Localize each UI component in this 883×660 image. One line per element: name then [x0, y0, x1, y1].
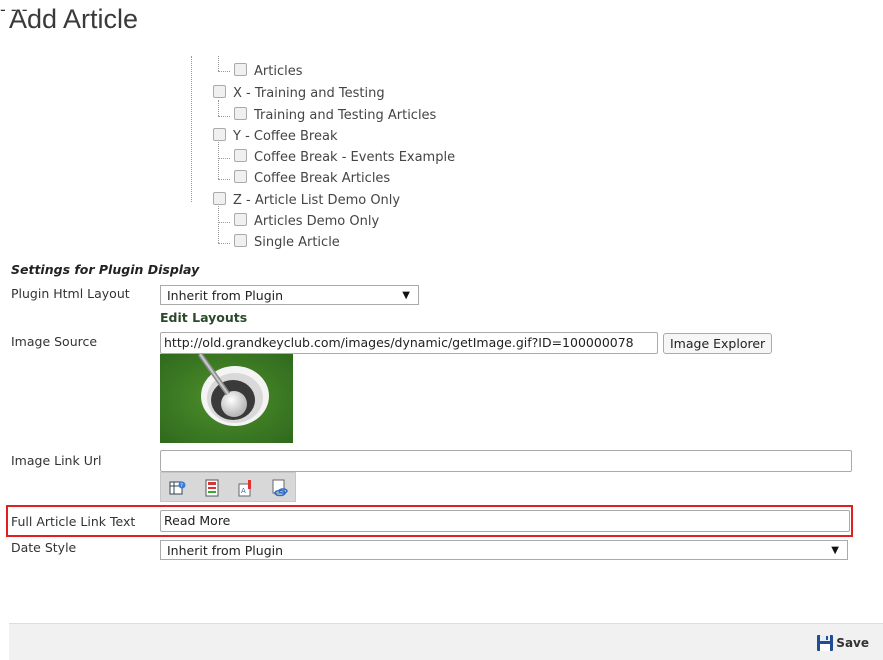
tree-item-checkbox[interactable] — [213, 128, 226, 141]
full-article-link-text-input[interactable]: Read More — [160, 510, 850, 532]
tree-connector — [218, 179, 230, 180]
date-style-select[interactable]: Inherit from Plugin ▼ — [160, 540, 848, 560]
plugin-html-layout-value: Inherit from Plugin — [167, 288, 284, 303]
tree-item[interactable]: Training and Testing Articles — [234, 106, 436, 126]
tree-connector — [218, 222, 230, 223]
link-form-icon[interactable] — [203, 479, 221, 497]
tree-connector — [218, 206, 219, 243]
tree-item-label: Articles — [254, 64, 303, 79]
tree-item-label: Coffee Break - Events Example — [254, 150, 456, 165]
plugin-html-layout-select[interactable]: Inherit from Plugin ▼ — [160, 285, 419, 305]
tree-connector — [218, 142, 219, 179]
tree-connector — [218, 56, 219, 71]
date-style-value: Inherit from Plugin — [167, 543, 284, 558]
dropdown-arrow-icon: ▼ — [831, 545, 839, 556]
tree-item[interactable]: Coffee Break - Events Example — [234, 148, 455, 168]
tree-collapse-toggle[interactable]: - — [22, 0, 28, 19]
tree-item[interactable]: Coffee Break Articles — [234, 169, 390, 189]
tree-item-checkbox[interactable] — [213, 85, 226, 98]
image-source-label: Image Source — [11, 334, 98, 349]
plugin-html-layout-label: Plugin Html Layout — [11, 286, 130, 301]
tree-collapse-toggle[interactable]: - — [0, 0, 6, 19]
link-picker-toolbar: ? A — [160, 472, 296, 502]
link-page-icon[interactable]: ? — [169, 479, 187, 497]
image-link-url-input[interactable] — [160, 450, 852, 472]
tree-item-label: X - Training and Testing — [233, 86, 385, 101]
tree-item[interactable]: Z - Article List Demo Only — [213, 191, 400, 211]
tree-item-checkbox[interactable] — [234, 170, 247, 183]
save-button[interactable]: Save — [817, 635, 869, 651]
tree-item-checkbox[interactable] — [234, 149, 247, 162]
tree-item[interactable]: Articles — [234, 62, 302, 82]
tree-item-label: Articles Demo Only — [254, 214, 380, 229]
tree-connector — [218, 71, 230, 72]
tree-item-checkbox[interactable] — [234, 63, 247, 76]
link-document-icon[interactable]: A — [237, 479, 255, 497]
save-disk-icon — [817, 635, 834, 651]
link-url-icon[interactable] — [271, 479, 289, 497]
tree-item-checkbox[interactable] — [234, 107, 247, 120]
tree-item-label: Y - Coffee Break — [233, 129, 338, 144]
tree-item[interactable]: X - Training and Testing — [213, 84, 385, 104]
image-source-input[interactable]: http://old.grandkeyclub.com/images/dynam… — [160, 332, 658, 354]
tree-item[interactable]: Single Article — [234, 233, 340, 253]
tree-item-label: Coffee Break Articles — [254, 171, 391, 186]
tree-item-checkbox[interactable] — [213, 192, 226, 205]
tree-connector — [218, 243, 230, 244]
tree-item[interactable]: Y - Coffee Break — [213, 127, 337, 147]
tree-connector — [218, 116, 230, 117]
tree-item-checkbox[interactable] — [234, 234, 247, 247]
svg-text:?: ? — [180, 483, 183, 489]
tree-item-label: Training and Testing Articles — [254, 108, 437, 123]
image-explorer-button[interactable]: Image Explorer — [663, 333, 773, 354]
category-tree: Articles - X - Training and Testing Trai… — [0, 0, 883, 260]
settings-heading: Settings for Plugin Display — [11, 262, 200, 277]
edit-layouts-link[interactable]: Edit Layouts — [160, 310, 247, 325]
tree-item[interactable]: Articles Demo Only — [234, 212, 379, 232]
form-footer: Save — [9, 623, 883, 660]
tree-connector — [191, 56, 192, 202]
dropdown-arrow-icon: ▼ — [402, 290, 410, 301]
tree-collapse-toggle[interactable]: - — [11, 0, 17, 19]
tree-connector — [218, 158, 230, 159]
full-article-link-text-label: Full Article Link Text — [11, 514, 136, 529]
image-link-url-label: Image Link Url — [11, 453, 102, 468]
date-style-label: Date Style — [11, 540, 77, 555]
tree-item-label: Z - Article List Demo Only — [233, 193, 401, 208]
tree-item-checkbox[interactable] — [234, 213, 247, 226]
article-thumbnail-image — [160, 354, 293, 443]
svg-text:A: A — [241, 487, 246, 495]
save-label: Save — [836, 636, 869, 650]
tree-item-label: Single Article — [254, 235, 340, 250]
